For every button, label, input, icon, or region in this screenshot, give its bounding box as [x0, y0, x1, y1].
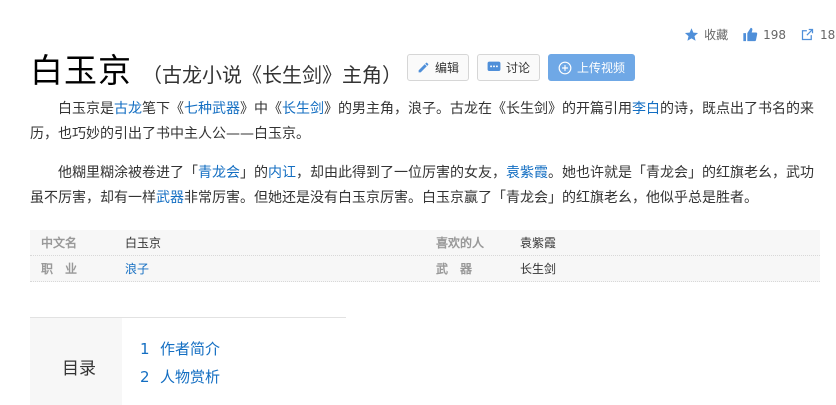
title-actions: 编辑 讨论 上传视频	[407, 54, 643, 81]
like-button[interactable]: 198	[742, 27, 786, 42]
info-row: 职 业 浪子 武 器 长生剑	[30, 256, 820, 282]
info-row: 中文名 白玉京 喜欢的人 袁紫霞	[30, 230, 820, 256]
info-value: 袁紫霞	[520, 236, 557, 250]
inline-link[interactable]: 武器	[156, 190, 184, 206]
toc-item-label: 人物赏析	[160, 368, 221, 386]
inline-link[interactable]: 青龙会	[198, 165, 240, 181]
info-label: 武 器	[436, 262, 473, 276]
top-action-bar: 收藏 198 18	[670, 26, 836, 43]
share-icon	[801, 28, 814, 41]
info-label: 中文名	[41, 236, 78, 250]
upload-video-label: 上传视频	[577, 61, 626, 75]
paragraph-text: 》中《	[240, 101, 282, 117]
inline-link[interactable]: 七种武器	[184, 101, 240, 117]
inline-link[interactable]: 袁紫霞	[506, 165, 548, 181]
toc-item-number: 1	[140, 340, 150, 358]
upload-video-button[interactable]: 上传视频	[548, 54, 636, 81]
info-value-link[interactable]: 浪子	[125, 260, 149, 277]
table-of-contents: 目录 1 作者简介 2 人物赏析	[30, 317, 346, 405]
info-label: 喜欢的人	[436, 236, 485, 250]
toc-item-character[interactable]: 2 人物赏析	[140, 363, 220, 391]
discuss-button[interactable]: 讨论	[477, 54, 541, 81]
info-value: 白玉京	[125, 236, 162, 250]
page-subtitle: （古龙小说《长生剑》主角）	[142, 63, 402, 87]
info-cell: 中文名 白玉京	[30, 234, 425, 251]
info-cell: 职 业 浪子	[30, 260, 425, 277]
paragraph-text: 他糊里糊涂被卷进了「	[58, 165, 198, 181]
paragraph-text: 》的男主角，浪子。古龙在《长生剑》的开篇引用	[324, 101, 632, 117]
pencil-icon	[418, 62, 429, 73]
info-value: 长生剑	[520, 262, 557, 276]
edit-button[interactable]: 编辑	[407, 54, 470, 81]
thumbs-up-icon	[743, 27, 758, 42]
toc-list: 1 作者简介 2 人物赏析	[140, 335, 220, 391]
intro-paragraph-1: 白玉京是古龙笔下《七种武器》中《长生剑》的男主角，浪子。古龙在《长生剑》的开篇引…	[30, 97, 820, 147]
favorite-label: 收藏	[704, 28, 729, 42]
paragraph-text: 非常厉害。但她还是没有白玉京厉害。白玉京赢了「青龙会」的红旗老幺，他似乎总是胜者…	[184, 190, 758, 206]
favorite-button[interactable]: 收藏	[684, 26, 728, 43]
plus-circle-icon	[558, 61, 572, 74]
share-button[interactable]: 18	[800, 27, 836, 42]
like-count: 198	[763, 27, 786, 42]
share-count: 18	[820, 27, 836, 42]
edit-label: 编辑	[435, 61, 460, 75]
discuss-label: 讨论	[506, 61, 531, 75]
paragraph-text: 」的	[240, 165, 268, 181]
paragraph-text: 笔下《	[142, 101, 184, 117]
star-icon	[685, 28, 699, 41]
paragraph-text: ，却由此得到了一位厉害的女友，	[296, 165, 506, 181]
info-label: 职 业	[41, 262, 78, 276]
title-row: 白玉京 （古龙小说《长生剑》主角）	[30, 44, 402, 92]
inline-link[interactable]: 内讧	[268, 165, 296, 181]
toc-item-author[interactable]: 1 作者简介	[140, 335, 220, 363]
inline-link[interactable]: 古龙	[114, 101, 142, 117]
toc-title: 目录	[62, 359, 96, 379]
info-cell: 喜欢的人 袁紫霞	[425, 234, 820, 251]
inline-link[interactable]: 李白	[632, 101, 660, 117]
info-cell: 武 器 长生剑	[425, 260, 820, 277]
paragraph-text: 白玉京是	[58, 101, 114, 117]
page-title: 白玉京	[30, 51, 132, 90]
basic-info-table: 中文名 白玉京 喜欢的人 袁紫霞 职 业 浪子 武 器 长生剑	[30, 230, 820, 282]
toc-item-number: 2	[140, 368, 150, 386]
inline-link[interactable]: 长生剑	[282, 101, 324, 117]
intro-paragraph-2: 他糊里糊涂被卷进了「青龙会」的内讧，却由此得到了一位厉害的女友，袁紫霞。她也许就…	[30, 161, 820, 211]
comment-icon	[487, 61, 501, 71]
toc-item-label: 作者简介	[160, 340, 221, 358]
